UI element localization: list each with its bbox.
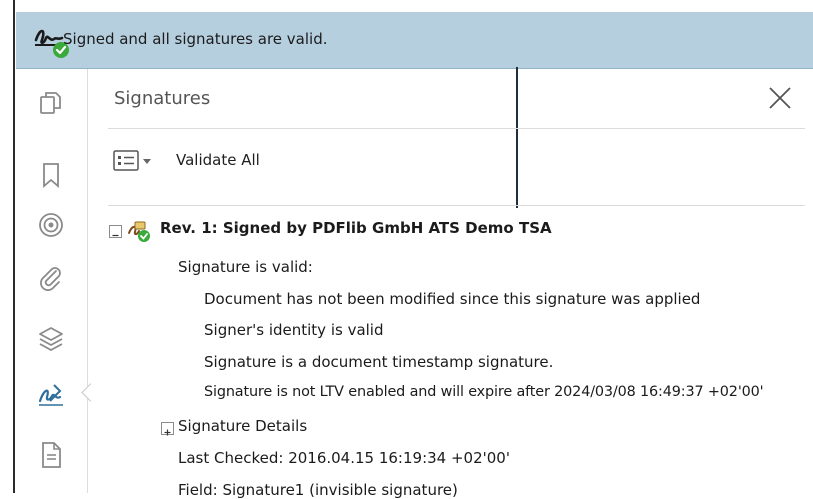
signature-status[interactable]: Signature is valid: (178, 258, 313, 276)
revision-title[interactable]: Rev. 1: Signed by PDFlib GmbH ATS Demo T… (160, 219, 552, 237)
page-thumbnails-icon[interactable] (36, 88, 66, 118)
signature-revision-icon (126, 219, 152, 243)
attachment-icon[interactable] (36, 263, 66, 293)
collapse-revision-toggle[interactable] (109, 225, 122, 238)
last-checked-text: Last Checked: 2016.04.15 16:19:34 +02'00… (178, 449, 510, 467)
options-menu-button[interactable] (113, 149, 157, 173)
divider (108, 205, 805, 206)
cursor-line (516, 67, 518, 208)
signature-detail-line[interactable]: Signature is not LTV enabled and will ex… (204, 384, 813, 400)
signature-detail-line[interactable]: Signature is a document timestamp signat… (204, 353, 553, 371)
navigation-rail (16, 69, 88, 493)
signature-details-item[interactable]: Signature Details (178, 417, 307, 435)
layers-icon[interactable] (36, 323, 66, 353)
document-icon[interactable] (36, 440, 66, 470)
validate-all-button[interactable]: Validate All (176, 151, 260, 169)
signature-status-banner: Signed and all signatures are valid. (16, 12, 813, 69)
bookmark-icon[interactable] (36, 160, 66, 190)
window-edge (13, 0, 15, 493)
destinations-icon[interactable] (36, 210, 66, 240)
options-menu-icon (113, 150, 151, 171)
signature-status-text: Signed and all signatures are valid. (63, 30, 328, 48)
panel-divider (87, 69, 88, 493)
signature-detail-line[interactable]: Signer's identity is valid (204, 321, 384, 339)
divider (108, 128, 805, 129)
expand-details-toggle[interactable] (161, 422, 174, 436)
signature-detail-line[interactable]: Document has not been modified since thi… (204, 290, 700, 308)
close-icon[interactable] (765, 83, 795, 113)
signature-panel-icon[interactable] (36, 379, 66, 409)
signature-field-text: Field: Signature1 (invisible signature) (178, 481, 458, 499)
panel-title: Signatures (114, 88, 211, 109)
